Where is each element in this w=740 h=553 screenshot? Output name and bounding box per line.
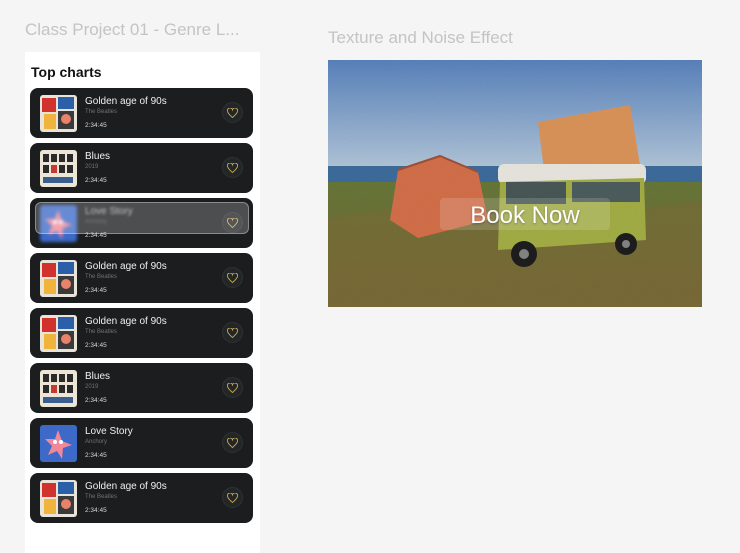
track-card[interactable]: Love Story Anchory 2:34:45 bbox=[30, 418, 253, 468]
campervan-photo bbox=[328, 60, 702, 307]
track-title: Golden age of 90s bbox=[85, 481, 167, 492]
favorite-button[interactable] bbox=[222, 377, 243, 398]
track-card[interactable]: Golden age of 90s The Beatles 2:34:45 bbox=[30, 88, 253, 138]
grid-icon bbox=[40, 370, 77, 407]
collage-icon bbox=[40, 480, 77, 517]
heart-icon bbox=[227, 162, 238, 173]
track-title: Blues bbox=[85, 371, 111, 382]
favorite-button[interactable] bbox=[222, 322, 243, 343]
hero-image: Book Now bbox=[328, 60, 702, 307]
favorite-button[interactable] bbox=[222, 267, 243, 288]
heart-icon bbox=[227, 107, 238, 118]
collage-icon bbox=[40, 95, 77, 132]
panel-title: Top charts bbox=[31, 64, 102, 80]
track-artist: Anchory bbox=[85, 439, 108, 445]
chart-list: Golden age of 90s The Beatles 2:34:45 Blues… bbox=[30, 88, 253, 528]
heart-icon bbox=[227, 492, 238, 503]
track-title: Love Story bbox=[85, 426, 133, 437]
track-artist: The Beatles bbox=[85, 109, 118, 115]
grid-icon bbox=[40, 150, 77, 187]
track-artist: The Beatles bbox=[85, 274, 118, 280]
track-card[interactable]: Golden age of 90s The Beatles 2:34:45 bbox=[30, 473, 253, 523]
track-artist: 2019 bbox=[85, 384, 99, 390]
starfish-icon bbox=[40, 425, 77, 462]
track-duration: 2:34:45 bbox=[85, 342, 107, 349]
book-now-button[interactable]: Book Now bbox=[440, 198, 610, 230]
book-now-label: Book Now bbox=[470, 202, 580, 229]
track-duration: 2:34:45 bbox=[85, 507, 107, 514]
track-duration: 2:34:45 bbox=[85, 122, 107, 129]
heart-icon bbox=[227, 382, 238, 393]
track-title: Golden age of 90s bbox=[85, 316, 167, 327]
frame-label-class-project[interactable]: Class Project 01 - Genre L... bbox=[25, 20, 239, 40]
track-artist: 2019 bbox=[85, 164, 99, 170]
track-title: Blues bbox=[85, 151, 111, 162]
favorite-button[interactable] bbox=[222, 102, 243, 123]
track-title: Golden age of 90s bbox=[85, 96, 167, 107]
track-title: Golden age of 90s bbox=[85, 261, 167, 272]
track-duration: 2:34:45 bbox=[85, 397, 107, 404]
heart-icon bbox=[227, 272, 238, 283]
heart-icon bbox=[227, 327, 238, 338]
track-card-dragging[interactable]: Love Story Anchory 2:34:45 bbox=[30, 198, 253, 248]
drag-highlight bbox=[35, 202, 249, 234]
favorite-button[interactable] bbox=[222, 157, 243, 178]
track-artist: The Beatles bbox=[85, 329, 118, 335]
track-card[interactable]: Golden age of 90s The Beatles 2:34:45 bbox=[30, 253, 253, 303]
top-charts-panel: Top charts Golden age of 90s The Beatles 2… bbox=[25, 52, 260, 553]
collage-icon bbox=[40, 260, 77, 297]
collage-icon bbox=[40, 315, 77, 352]
track-card[interactable]: Golden age of 90s The Beatles 2:34:45 bbox=[30, 308, 253, 358]
frame-label-texture-noise[interactable]: Texture and Noise Effect bbox=[328, 28, 513, 48]
favorite-button[interactable] bbox=[222, 432, 243, 453]
track-duration: 2:34:45 bbox=[85, 452, 107, 459]
track-duration: 2:34:45 bbox=[85, 287, 107, 294]
track-duration: 2:34:45 bbox=[85, 177, 107, 184]
track-card[interactable]: Blues 2019 2:34:45 bbox=[30, 143, 253, 193]
track-card[interactable]: Blues 2019 2:34:45 bbox=[30, 363, 253, 413]
track-artist: The Beatles bbox=[85, 494, 118, 500]
heart-icon bbox=[227, 437, 238, 448]
favorite-button[interactable] bbox=[222, 487, 243, 508]
